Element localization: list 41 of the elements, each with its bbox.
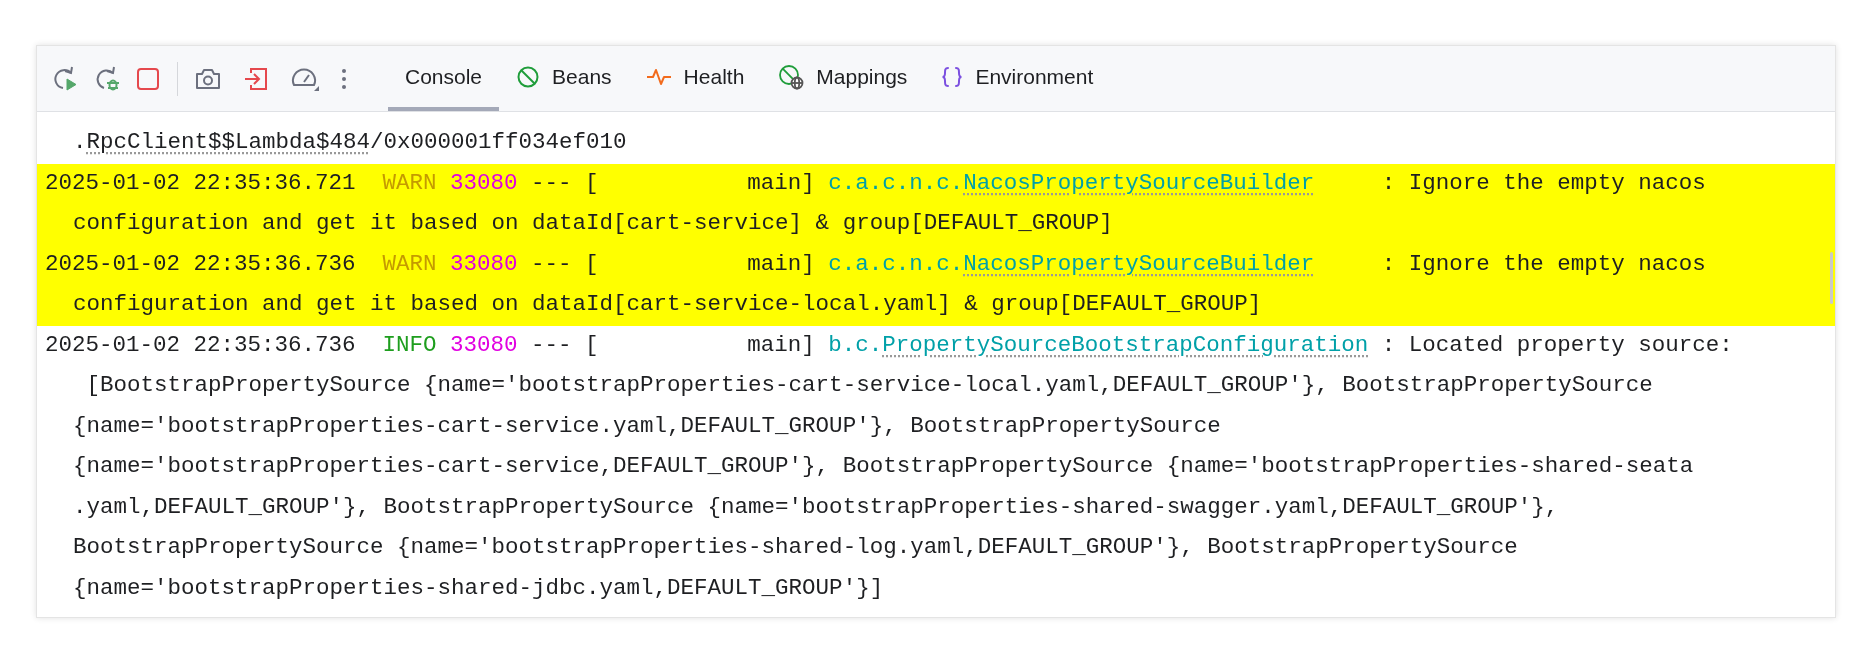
process-id: 33080	[450, 249, 518, 279]
log-message: : Ignore the empty nacos	[1381, 249, 1706, 279]
stop-icon[interactable]	[135, 65, 161, 92]
no-sign-icon	[516, 64, 541, 89]
tab[interactable]: Health	[628, 46, 762, 111]
thread-name: --- [ main]	[531, 168, 815, 198]
tab[interactable]: Environment	[924, 46, 1111, 111]
log-text: configuration and get it based on dataId[cart-service-local.yaml] & group[DEFAULT_GROUP]	[73, 290, 1262, 320]
log-text: [BootstrapPropertySource {name='bootstrapProperties-cart-service-local.yaml,DEFAULT_GROUP'}, BootstrapPropertySource	[85, 371, 1653, 401]
log-text: /0x000001ff034ef010	[370, 128, 627, 158]
log-message: : Ignore the empty nacos	[1381, 168, 1706, 198]
log-text: {name='bootstrapProperties-cart-service,DEFAULT_GROUP'}, BootstrapPropertySource {name='bootstrapProperties-shared-seata	[73, 452, 1694, 482]
log-level: WARN	[382, 249, 437, 279]
log-text: BootstrapPropertySource {name='bootstrapProperties-shared-log.yaml,DEFAULT_GROUP'}, BootstrapPropertySource	[73, 533, 1518, 563]
log-text: .yaml,DEFAULT_GROUP'}, BootstrapPropertySource {name='bootstrapProperties-shared-swagger.yaml,DEFAULT_GROUP'},	[73, 492, 1559, 522]
timestamp: 2025-01-02 22:35:36.736	[45, 330, 356, 360]
thread-name: --- [ main]	[531, 330, 815, 360]
logger-package: c.a.c.n.c.	[828, 249, 964, 279]
timestamp: 2025-01-02 22:35:36.736	[45, 249, 356, 279]
log-text: {name='bootstrapProperties-shared-jdbc.yaml,DEFAULT_GROUP'}]	[73, 573, 884, 603]
log-level: WARN	[382, 168, 437, 198]
braces-icon	[941, 64, 964, 89]
log-text: configuration and get it based on dataId[cart-service] & group[DEFAULT_GROUP]	[73, 209, 1113, 239]
timestamp: 2025-01-02 22:35:36.721	[45, 168, 356, 198]
thread-name: --- [ main]	[531, 249, 815, 279]
class-link[interactable]: RpcClient$$Lambda$484	[86, 126, 371, 161]
logger-package: b.c.	[828, 330, 883, 360]
process-id: 33080	[450, 330, 518, 360]
log-level: INFO	[382, 330, 437, 360]
logger-package: c.a.c.n.c.	[828, 168, 964, 198]
rerun-icon[interactable]	[51, 64, 79, 93]
log-message: : Located property source:	[1381, 330, 1733, 360]
tab[interactable]: Mappings	[761, 46, 925, 111]
tab[interactable]: Beans	[499, 46, 629, 111]
process-id: 33080	[450, 168, 518, 198]
log-text: .	[73, 128, 87, 158]
scrollbar-thumb[interactable]	[1830, 252, 1833, 304]
tab[interactable]: Console	[388, 46, 500, 111]
globe-icon	[778, 63, 805, 90]
more-icon[interactable]	[340, 66, 348, 91]
log-text: {name='bootstrapProperties-cart-service.yaml,DEFAULT_GROUP'}, BootstrapPropertySource	[73, 411, 1221, 441]
